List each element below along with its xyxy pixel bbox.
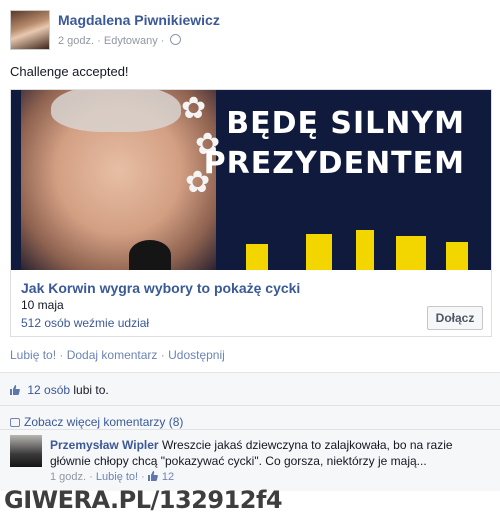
post-header: Magdalena Piwnikiewicz 2 godz. · Edytowa… (10, 10, 490, 50)
comment-likes-count[interactable]: 12 (162, 471, 174, 483)
site-watermark: GIWERA.PL/132912f4 (4, 486, 283, 514)
action-separator: · (56, 348, 67, 362)
event-date: 10 maja (21, 298, 64, 312)
commenter-avatar[interactable] (10, 435, 42, 467)
event-title[interactable]: Jak Korwin wygra wybory to pokażę cycki (21, 280, 300, 296)
comment-meta-sep: · (89, 471, 93, 483)
share-link[interactable]: Udostępnij (168, 348, 225, 362)
comment-bubble-icon (10, 418, 20, 427)
comment-like-link[interactable]: Lubię to! (96, 471, 138, 483)
meta-separator: · (97, 35, 101, 47)
event-attendees[interactable]: 512 osób weźmie udział (21, 316, 149, 330)
commenter-name[interactable]: Przemysław Wipler (50, 438, 159, 452)
divider (0, 405, 500, 406)
microphone-icon (129, 240, 171, 270)
meta-separator-2: · (160, 35, 165, 47)
post-time[interactable]: 2 godz. (58, 35, 94, 47)
comment-meta: 1 godz. · Lubię to! · 12 (50, 471, 174, 483)
thumbs-up-icon (10, 385, 20, 395)
banner-yellow-logo (246, 230, 486, 270)
likes-count-link[interactable]: 12 osób (27, 383, 70, 397)
banner-text-line2: PREZYDENTEM (203, 146, 465, 181)
banner-text-line1: BĘDĘ SILNYM (226, 106, 465, 141)
globe-icon[interactable] (169, 34, 181, 45)
likes-suffix: lubi to. (73, 383, 109, 397)
likes-summary: 12 osób lubi to. (10, 383, 109, 397)
view-more-comments-label: Zobacz więcej komentarzy (8) (24, 415, 184, 429)
author-avatar[interactable] (10, 10, 50, 50)
edited-label[interactable]: Edytowany (104, 35, 158, 47)
event-banner-image[interactable]: ✿ ✿ ✿ BĘDĘ SILNYM PREZYDENTEM (11, 90, 491, 270)
post-meta: 2 godz. · Edytowany · (58, 34, 181, 47)
join-button[interactable]: Dołącz (427, 306, 483, 330)
comment-time[interactable]: 1 godz. (50, 471, 86, 483)
view-more-comments[interactable]: Zobacz więcej komentarzy (8) (10, 415, 183, 429)
author-name[interactable]: Magdalena Piwnikiewicz (58, 12, 220, 28)
event-card[interactable]: ✿ ✿ ✿ BĘDĘ SILNYM PREZYDENTEM Jak Korwin… (10, 89, 492, 337)
comment-item: Przemysław Wipler Wreszcie jakaś dziewcz… (10, 435, 490, 485)
divider (0, 429, 500, 430)
comment-body: Przemysław Wipler Wreszcie jakaś dziewcz… (50, 437, 490, 469)
feedback-section: 12 osób lubi to. Zobacz więcej komentarz… (0, 372, 500, 491)
thumbs-up-icon (147, 471, 158, 481)
post-message: Challenge accepted! (10, 64, 129, 79)
like-link[interactable]: Lubię to! (10, 348, 56, 362)
post-actions: Lubię to! · Dodaj komentarz · Udostępnij (10, 348, 225, 362)
action-separator-2: · (157, 348, 169, 362)
flower-icon: ✿ (181, 92, 207, 125)
comment-meta-sep-2: · (141, 471, 145, 483)
comment-link[interactable]: Dodaj komentarz (67, 348, 158, 362)
facebook-post: Magdalena Piwnikiewicz 2 godz. · Edytowa… (0, 0, 500, 491)
